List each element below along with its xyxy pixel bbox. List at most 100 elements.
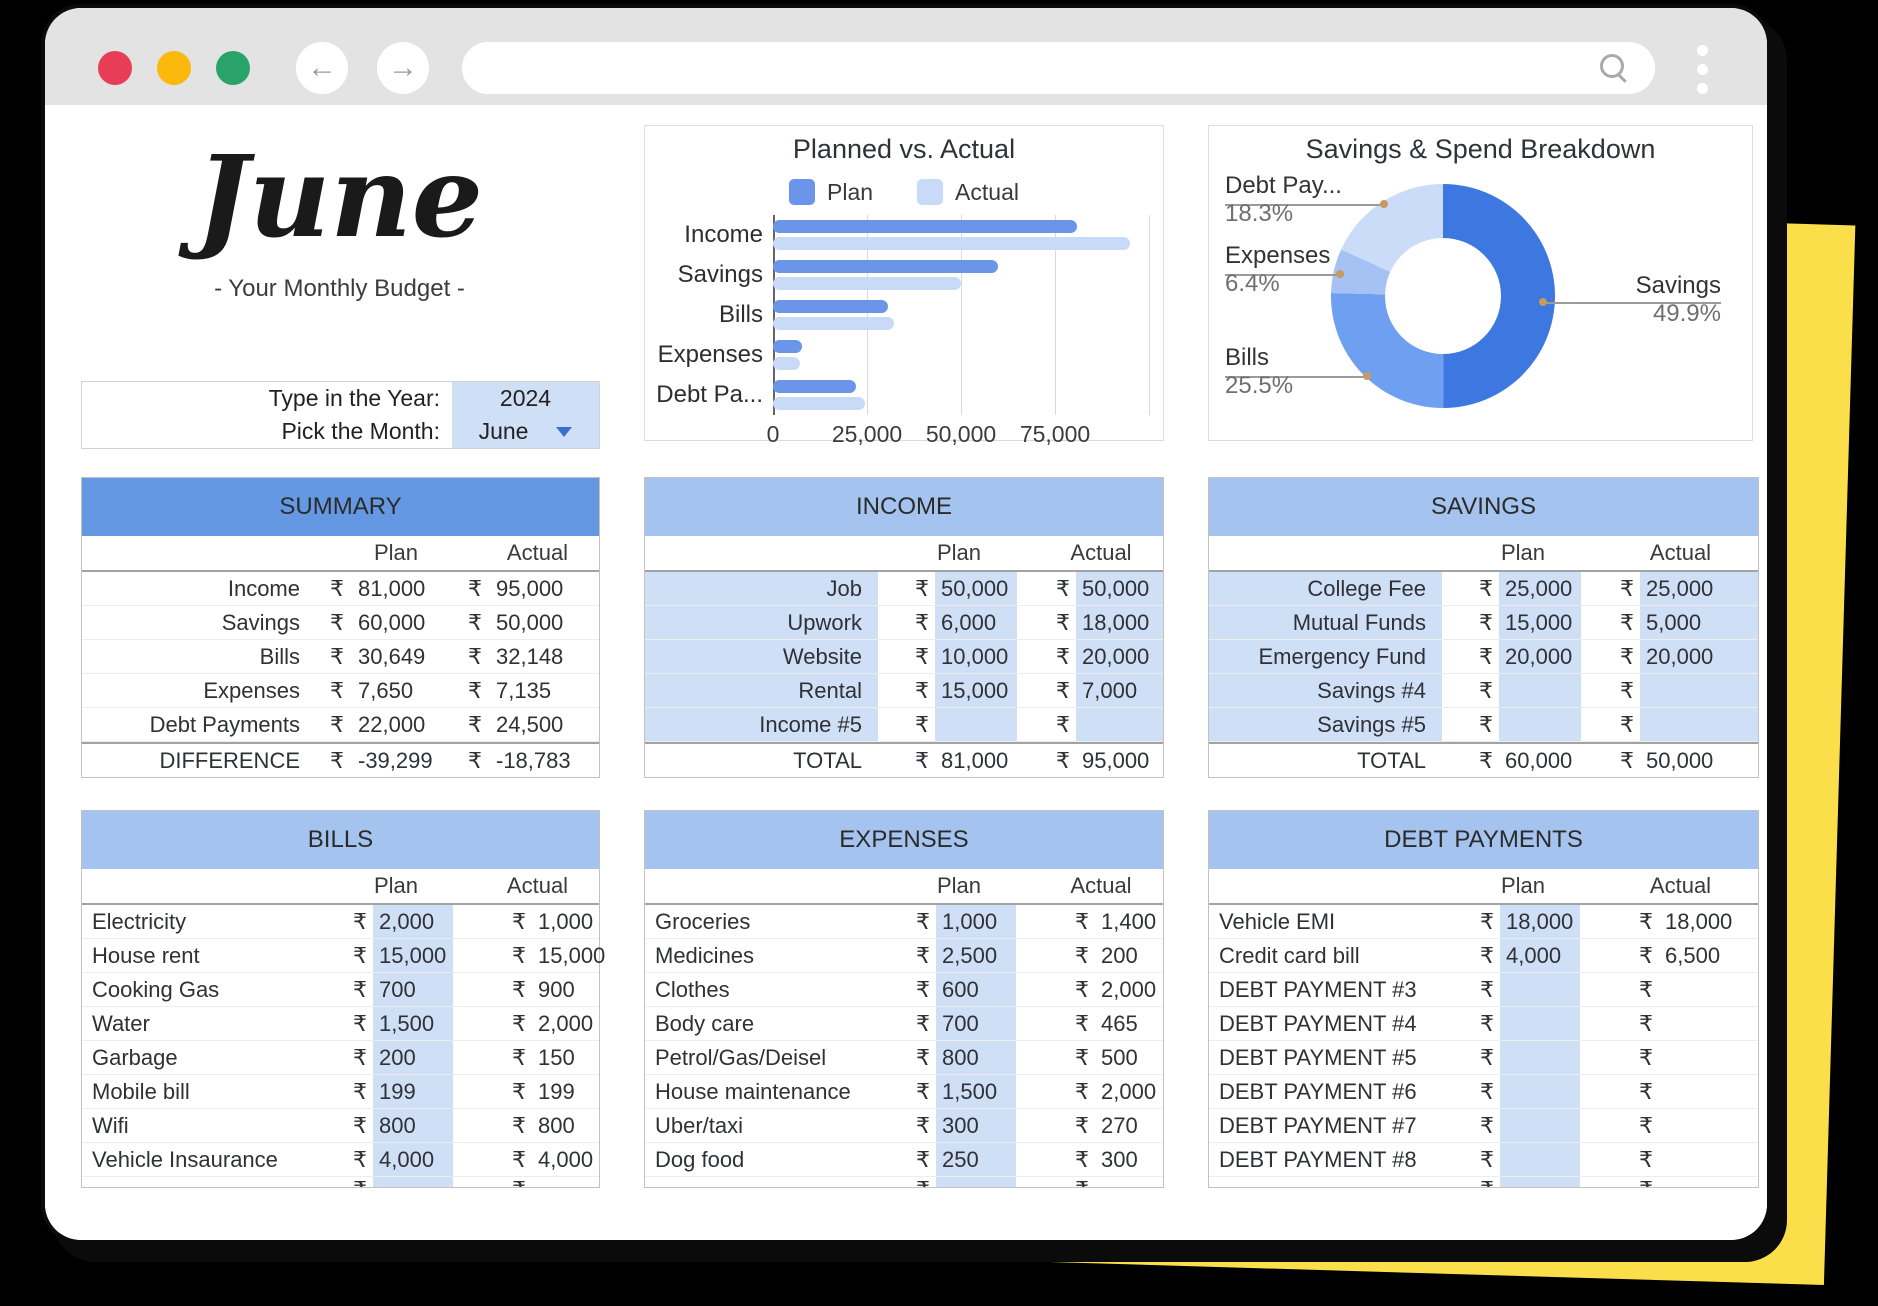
actual-value[interactable]	[1640, 708, 1758, 741]
plan-value[interactable]	[1499, 708, 1581, 741]
plan-value[interactable]: 1,000	[936, 905, 1016, 938]
table-row: Clothes₹600₹2,000	[645, 973, 1163, 1007]
plan-value[interactable]: 700	[373, 973, 453, 1006]
plan-value[interactable]: 4,000	[1500, 939, 1580, 972]
plan-value[interactable]	[1500, 1143, 1580, 1176]
actual-value[interactable]: 1,000	[532, 905, 599, 938]
actual-value[interactable]: 2,000	[1095, 973, 1163, 1006]
table-row: Emergency Fund₹20,000₹20,000	[1209, 640, 1758, 674]
rupee-symbol: ₹	[1581, 606, 1640, 639]
actual-value[interactable]: 6,500	[1659, 939, 1758, 972]
actual-value[interactable]: 800	[532, 1109, 599, 1142]
browser-toolbar: ← →	[45, 8, 1767, 105]
actual-value[interactable]: 200	[1095, 939, 1163, 972]
actual-value[interactable]: 1,400	[1095, 905, 1163, 938]
plan-value[interactable]: 200	[373, 1041, 453, 1074]
close-button[interactable]	[98, 51, 132, 85]
plan-value[interactable]	[1500, 1007, 1580, 1040]
plan-value[interactable]: 800	[373, 1109, 453, 1142]
plan-value[interactable]	[1500, 1041, 1580, 1074]
chart-title: Planned vs. Actual	[645, 126, 1163, 165]
actual-value[interactable]: 5,000	[1640, 606, 1758, 639]
plan-value[interactable]: 50,000	[935, 572, 1017, 605]
row-label: DEBT PAYMENT #3	[1209, 973, 1474, 1006]
actual-value[interactable]	[1076, 708, 1163, 741]
actual-value[interactable]: 50,000	[1076, 572, 1163, 605]
actual-value[interactable]: 2,000	[1095, 1075, 1163, 1108]
actual-value[interactable]	[1659, 1075, 1758, 1108]
actual-value[interactable]	[1640, 674, 1758, 707]
actual-value[interactable]: 300	[1095, 1143, 1163, 1176]
plan-value[interactable]: 15,000	[935, 674, 1017, 707]
forward-button[interactable]: →	[377, 42, 429, 94]
plan-value[interactable]: 250	[936, 1143, 1016, 1176]
rupee-symbol: ₹	[506, 1075, 532, 1108]
rupee-symbol: ₹	[347, 905, 373, 938]
actual-value[interactable]: 20,000	[1640, 640, 1758, 673]
search-icon[interactable]	[1600, 54, 1624, 78]
actual-value[interactable]	[1659, 1041, 1758, 1074]
actual-value[interactable]: 2,000	[532, 1007, 599, 1040]
actual-value[interactable]: 500	[1095, 1041, 1163, 1074]
plan-value[interactable]: 800	[936, 1041, 1016, 1074]
actual-value[interactable]: 900	[532, 973, 599, 1006]
rupee-symbol: ₹	[1633, 1041, 1659, 1074]
url-bar[interactable]	[462, 42, 1655, 94]
actual-value[interactable]: 20,000	[1076, 640, 1163, 673]
plan-value[interactable]: 18,000	[1500, 905, 1580, 938]
back-button[interactable]: ←	[296, 42, 348, 94]
actual-value-cell: ₹24,500	[454, 708, 599, 741]
plan-value[interactable]: 10,000	[935, 640, 1017, 673]
month-dropdown[interactable]: June	[452, 415, 599, 448]
actual-value[interactable]: 465	[1095, 1007, 1163, 1040]
plan-value[interactable]: 199	[373, 1075, 453, 1108]
rupee-symbol: ₹	[468, 644, 482, 670]
plan-value[interactable]: 2,500	[936, 939, 1016, 972]
slice-name: Debt Pay...	[1225, 172, 1385, 200]
plan-value[interactable]	[935, 708, 1017, 741]
overflow-menu-icon[interactable]	[1697, 45, 1709, 93]
zoom-button[interactable]	[216, 51, 250, 85]
plan-value[interactable]: 15,000	[1499, 606, 1581, 639]
plan-value[interactable]: 2,000	[373, 905, 453, 938]
actual-value[interactable]	[1659, 1143, 1758, 1176]
minimize-button[interactable]	[157, 51, 191, 85]
table-row: Income₹81,000₹95,000	[82, 572, 599, 606]
actual-value[interactable]: 4,000	[532, 1143, 599, 1176]
plan-value[interactable]	[1500, 1109, 1580, 1142]
bar-category-row: Income	[773, 215, 1155, 255]
actual-bar	[773, 277, 961, 290]
plan-value[interactable]: 6,000	[935, 606, 1017, 639]
actual-value[interactable]: 25,000	[1640, 572, 1758, 605]
plan-value[interactable]	[1500, 973, 1580, 1006]
year-input[interactable]: 2024	[452, 382, 599, 415]
plan-value[interactable]	[1499, 674, 1581, 707]
plan-value[interactable]: 1,500	[936, 1075, 1016, 1108]
table-row: DEBT PAYMENT #5₹₹	[1209, 1041, 1758, 1075]
actual-value[interactable]: 18,000	[1076, 606, 1163, 639]
slice-name: Savings	[1581, 272, 1721, 300]
actual-value[interactable]	[1659, 1109, 1758, 1142]
plan-value[interactable]: 15,000	[373, 939, 453, 972]
actual-value[interactable]: 199	[532, 1075, 599, 1108]
actual-value[interactable]	[1659, 1007, 1758, 1040]
actual-value[interactable]: 270	[1095, 1109, 1163, 1142]
spacer-cell	[453, 1143, 506, 1176]
plan-value[interactable]: 4,000	[373, 1143, 453, 1176]
plan-value[interactable]	[1500, 1075, 1580, 1108]
actual-value[interactable]: 150	[532, 1041, 599, 1074]
plan-value[interactable]: 700	[936, 1007, 1016, 1040]
row-label: Income	[82, 572, 316, 605]
row-label: House maintenance	[645, 1075, 910, 1108]
plan-value[interactable]: 300	[936, 1109, 1016, 1142]
plan-value[interactable]: 600	[936, 973, 1016, 1006]
bar-plot-area: IncomeSavingsBillsExpensesDebt Pa...	[773, 215, 1155, 415]
actual-value[interactable]: 18,000	[1659, 905, 1758, 938]
actual-value[interactable]	[1659, 973, 1758, 1006]
plan-value[interactable]: 20,000	[1499, 640, 1581, 673]
actual-value[interactable]: 15,000	[532, 939, 605, 972]
chevron-down-icon[interactable]	[556, 427, 572, 437]
plan-value[interactable]: 1,500	[373, 1007, 453, 1040]
plan-value[interactable]: 25,000	[1499, 572, 1581, 605]
actual-value[interactable]: 7,000	[1076, 674, 1163, 707]
